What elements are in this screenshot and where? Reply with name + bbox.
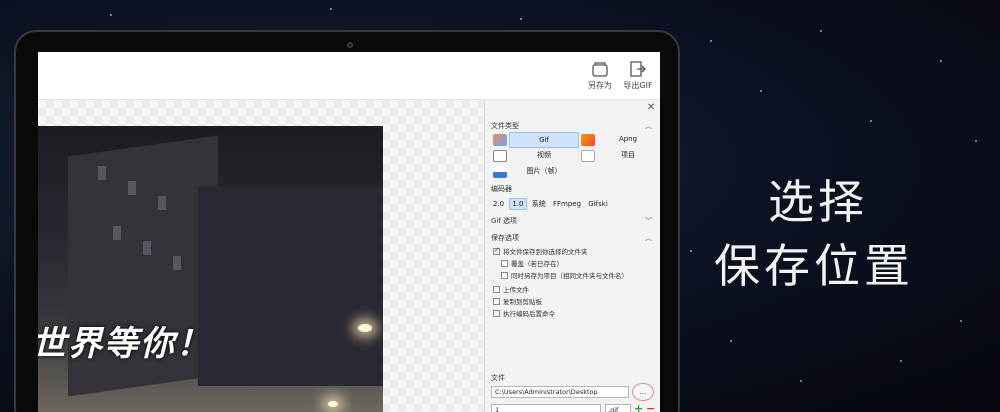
file-type-gif[interactable]: Gif	[509, 132, 579, 148]
option-save-as-project[interactable]: 同时另存为项目（相同文件夹与文件名）	[501, 270, 628, 280]
checkbox[interactable]	[501, 272, 508, 279]
option-label: 同时另存为项目（相同文件夹与文件名）	[511, 272, 628, 280]
export-gif-label: 导出GIF	[623, 81, 653, 90]
window-shape	[143, 241, 151, 255]
image-frames-icon	[493, 166, 507, 178]
encoder-2-0[interactable]: 2.0	[491, 199, 506, 209]
extension-select[interactable]: .gif	[605, 404, 631, 412]
chevron-down-icon[interactable]: ﹀	[645, 216, 652, 226]
building-shape	[198, 186, 383, 386]
file-type-row: 图片（帧）	[491, 164, 660, 180]
window-shape	[98, 166, 106, 180]
window-shape	[128, 181, 136, 195]
gif-options-header[interactable]: Gif 选项	[491, 216, 517, 226]
encoder-ffmpeg[interactable]: FFmpeg	[551, 199, 583, 209]
encoder-1-0[interactable]: 1.0	[509, 198, 527, 210]
file-type-image-frames[interactable]: 图片（帧）	[509, 164, 579, 178]
encoder-system[interactable]: 系统	[530, 198, 548, 210]
close-panel-button[interactable]: ✕	[646, 103, 656, 113]
street-light	[328, 401, 338, 407]
headline: 选择 保存位置	[714, 170, 984, 298]
option-label: 将文件保存到你选择的文件夹	[503, 248, 588, 256]
save-as-icon	[592, 62, 608, 77]
option-overwrite[interactable]: 覆盖（若已存在）	[501, 258, 563, 268]
export-icon	[630, 61, 646, 77]
window-shape	[158, 196, 166, 210]
headline-line-2: 保存位置	[714, 239, 914, 293]
remove-icon[interactable]: −	[646, 402, 655, 412]
save-options-panel: ✕ 文件类型 ︿ Gif Apng 视频 项目 图片（帧） 编码器 2.0 1.…	[484, 100, 660, 412]
option-upload[interactable]: 上传文件	[493, 284, 529, 294]
filename-field[interactable]: 1	[491, 404, 601, 412]
checkbox[interactable]	[493, 310, 500, 317]
encoder-gifski[interactable]: Gifski	[586, 199, 609, 209]
output-folder-field[interactable]: C:\Users\Administrator\Desktop	[491, 386, 629, 398]
laptop-screen: 另存为 导出GIF 世界等你！ ✕ 文件类型 ︿ Gif Apng 视频 项目 …	[38, 52, 660, 412]
file-type-video[interactable]: 视频	[509, 148, 579, 162]
encoder-header: 编码器	[491, 185, 512, 193]
option-label: 上传文件	[503, 286, 529, 294]
chevron-up-icon[interactable]: ︿	[645, 233, 652, 243]
option-save-to-folder[interactable]: 将文件保存到你选择的文件夹	[493, 246, 588, 256]
option-label: 执行编码后置命令	[503, 310, 555, 318]
option-post-command[interactable]: 执行编码后置命令	[493, 308, 555, 318]
chevron-up-icon[interactable]: ︿	[645, 121, 652, 131]
export-gif-button[interactable]: 导出GIF	[618, 60, 658, 96]
checkbox[interactable]	[501, 260, 508, 267]
street-light	[358, 324, 372, 332]
browse-folder-button[interactable]: ...	[632, 383, 654, 401]
option-label: 覆盖（若已存在）	[511, 260, 563, 268]
file-header: 文件	[491, 374, 505, 382]
gif-frame-preview: 世界等你！	[38, 126, 383, 412]
webcam	[347, 42, 353, 48]
option-copy-clipboard[interactable]: 复制到剪贴板	[493, 296, 542, 306]
checkbox[interactable]	[493, 286, 500, 293]
project-icon	[581, 150, 595, 162]
file-type-header: 文件类型	[491, 122, 519, 130]
checkbox[interactable]	[493, 246, 500, 255]
checkbox[interactable]	[493, 298, 500, 305]
file-type-row: Gif Apng	[491, 132, 660, 148]
app-toolbar: 另存为 导出GIF	[38, 52, 660, 100]
apng-icon	[581, 134, 595, 146]
file-type-row: 视频 项目	[491, 148, 660, 164]
window-shape	[173, 256, 181, 270]
file-type-apng[interactable]: Apng	[597, 132, 659, 146]
frame-caption: 世界等你！	[38, 324, 212, 364]
file-type-project[interactable]: 项目	[597, 148, 659, 162]
laptop-frame: 另存为 导出GIF 世界等你！ ✕ 文件类型 ︿ Gif Apng 视频 项目 …	[14, 30, 680, 412]
option-label: 复制到剪贴板	[503, 298, 542, 306]
window-shape	[113, 226, 121, 240]
save-as-button[interactable]: 另存为	[580, 60, 620, 96]
editor-canvas[interactable]: 世界等你！	[38, 100, 484, 412]
headline-line-1: 选择	[768, 175, 868, 229]
add-icon[interactable]: +	[634, 402, 643, 412]
encoder-options: 2.0 1.0 系统 FFmpeg Gifski	[491, 198, 611, 210]
video-icon	[493, 150, 507, 162]
save-options-header: 保存选项	[491, 234, 519, 242]
gif-icon	[493, 134, 507, 146]
save-as-label: 另存为	[588, 81, 612, 90]
